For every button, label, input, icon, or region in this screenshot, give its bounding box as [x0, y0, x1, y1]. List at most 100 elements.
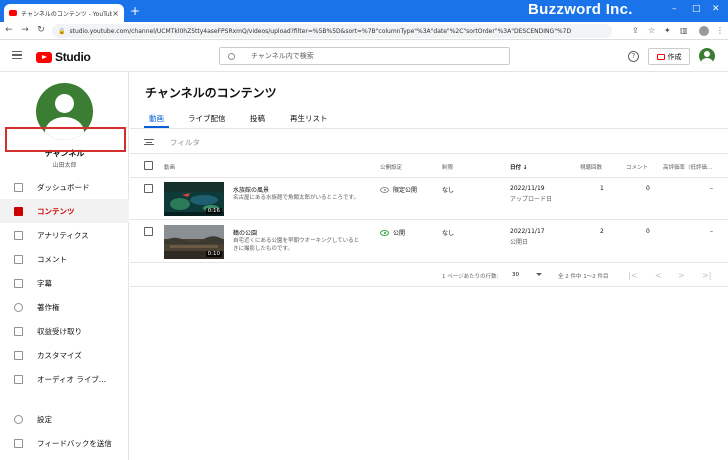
date-cell: 2022/11/17 — [510, 228, 545, 235]
studio-logo[interactable]: Studio — [36, 50, 91, 64]
sidepanel-icon[interactable]: ▥ — [680, 26, 688, 35]
create-button[interactable]: 作成 — [648, 48, 690, 65]
video-title[interactable]: 鶴の公園 — [233, 228, 257, 237]
studio-logo-text: Studio — [55, 50, 91, 64]
tab-playlists[interactable]: 再生リスト — [290, 113, 328, 124]
column-views[interactable]: 視聴回数 — [580, 163, 602, 171]
main-content: チャンネルのコンテンツ 動画 ライブ配信 投稿 再生リスト フィルタ 動画 公開… — [130, 72, 728, 460]
video-duration: 0:16 — [205, 208, 222, 214]
comments-cell: 0 — [646, 185, 650, 192]
comment-icon — [14, 254, 23, 264]
sidebar-item-analytics[interactable]: アナリティクス — [0, 223, 129, 247]
extensions-icon[interactable]: ✦ — [664, 26, 671, 35]
sidebar-item-content[interactable]: コンテンツ — [0, 199, 129, 223]
filter-bar[interactable]: フィルタ — [130, 129, 728, 154]
new-tab-button[interactable]: + — [130, 4, 140, 18]
restriction-cell: なし — [442, 230, 455, 237]
forward-icon[interactable]: → — [18, 25, 32, 35]
hamburger-menu-icon[interactable] — [12, 51, 22, 59]
sidebar-item-settings[interactable]: 設定 — [0, 407, 129, 431]
active-tab-indicator — [144, 126, 169, 128]
sidebar-item-dashboard[interactable]: ダッシュボード — [0, 175, 129, 199]
sidebar-item-subtitles[interactable]: 字幕 — [0, 271, 129, 295]
browser-tab-title: チャンネルのコンテンツ - YouTube Stu — [21, 10, 113, 18]
select-all-checkbox[interactable] — [144, 161, 153, 170]
views-cell: 1 — [600, 185, 604, 192]
row-checkbox[interactable] — [144, 227, 153, 236]
page-title: チャンネルのコンテンツ — [145, 86, 277, 100]
video-thumbnail[interactable]: 0:10 — [164, 225, 224, 259]
sidebar-item-feedback[interactable]: フィードバックを送信 — [0, 431, 129, 455]
row-checkbox[interactable] — [144, 184, 153, 193]
rows-per-page-select[interactable]: 30 — [512, 272, 519, 278]
video-description: 名古屋にある水族館で魚類太郎がいるところです。 — [233, 195, 359, 201]
sidebar-item-label: コンテンツ — [37, 206, 75, 216]
minimize-icon[interactable]: – — [672, 4, 677, 14]
column-visibility: 公開設定 — [380, 165, 403, 171]
create-button-label: 作成 — [667, 52, 682, 61]
sidebar-item-label: オーディオ ライブ... — [37, 374, 107, 384]
column-restrictions: 制限 — [442, 165, 454, 171]
sidebar-item-copyright[interactable]: 著作権 — [0, 295, 129, 319]
youtube-favicon-icon — [9, 10, 17, 16]
subtitles-icon — [14, 278, 23, 288]
youtube-logo-icon — [36, 51, 52, 63]
maximize-icon[interactable]: □ — [692, 4, 701, 14]
video-thumbnail[interactable]: 0:16 — [164, 182, 224, 216]
chevron-down-icon[interactable] — [536, 273, 542, 276]
visibility-label: 限定公開 — [393, 187, 418, 194]
sidebar-item-label: コメント — [37, 254, 67, 264]
table-row[interactable]: 0:16 水族館の風景 名古屋にある水族館で魚類太郎がいるところです。 限定公開… — [130, 178, 728, 220]
sidebar-item-label: ダッシュボード — [37, 182, 90, 192]
browser-profile-avatar[interactable] — [699, 26, 709, 36]
browser-menu-icon[interactable]: ⋮ — [716, 26, 724, 35]
column-date[interactable]: 日付 ↓ — [510, 163, 528, 171]
studio-header: Studio チャンネル内で検索 ? 作成 — [0, 40, 728, 72]
pagination-bar: 1 ページあたりの行数: 30 全 2 件中 1～2 件目 |< < > >| — [130, 263, 728, 287]
browser-tab-bar: チャンネルのコンテンツ - YouTube Stu × + Buzzword I… — [0, 0, 728, 22]
sidebar-item-label: 設定 — [37, 414, 52, 424]
sidebar-item-audio-library[interactable]: オーディオ ライブ... — [0, 367, 129, 391]
bookmark-star-icon[interactable]: ☆ — [648, 26, 655, 35]
sidebar-item-label: アナリティクス — [37, 230, 89, 240]
back-icon[interactable]: ← — [2, 25, 16, 35]
tab-posts[interactable]: 投稿 — [250, 113, 265, 124]
column-likes[interactable]: 高評価率（低評価... — [663, 163, 712, 171]
close-tab-icon[interactable]: × — [112, 9, 119, 18]
tab-live[interactable]: ライブ配信 — [188, 113, 226, 124]
url-bar[interactable]: 🔒 studio.youtube.com/channel/UCMTkl0hZ5t… — [52, 24, 612, 38]
video-title[interactable]: 水族館の風景 — [233, 185, 269, 194]
reload-icon[interactable]: ↻ — [34, 25, 48, 35]
column-comments[interactable]: コメント — [626, 163, 648, 171]
visibility-cell[interactable]: 限定公開 — [380, 185, 417, 194]
customize-icon — [14, 350, 23, 360]
previous-page-icon[interactable]: < — [655, 271, 662, 280]
sidebar-item-customize[interactable]: カスタマイズ — [0, 343, 129, 367]
date-cell: 2022/11/19 — [510, 185, 545, 192]
rows-per-page-label: 1 ページあたりの行数: — [442, 274, 499, 280]
next-page-icon[interactable]: > — [678, 271, 685, 280]
likes-cell: – — [710, 228, 713, 235]
sidebar-item-comments[interactable]: コメント — [0, 247, 129, 271]
share-icon[interactable]: ⇪ — [632, 26, 639, 35]
sidebar-item-label: 収益受け取り — [37, 326, 82, 336]
visibility-cell[interactable]: 公開 — [380, 228, 405, 237]
sidebar-item-monetization[interactable]: 収益受け取り — [0, 319, 129, 343]
search-input[interactable]: チャンネル内で検索 — [219, 47, 510, 65]
first-page-icon[interactable]: |< — [628, 271, 637, 280]
browser-tab[interactable]: チャンネルのコンテンツ - YouTube Stu × — [4, 4, 124, 22]
help-icon[interactable]: ? — [628, 51, 639, 62]
table-row[interactable]: 0:10 鶴の公園 自宅近くにある公園を早朝ウオーキングしているときに撮影したも… — [130, 221, 728, 263]
filter-icon[interactable] — [144, 139, 154, 145]
last-page-icon[interactable]: >| — [702, 271, 711, 280]
unlisted-eye-icon — [380, 186, 389, 193]
tab-videos[interactable]: 動画 — [149, 113, 164, 124]
close-window-icon[interactable]: ✕ — [712, 4, 720, 14]
feedback-icon — [14, 438, 23, 448]
date-status: 公開日 — [510, 239, 529, 246]
search-icon — [228, 52, 235, 60]
account-avatar[interactable] — [699, 48, 715, 64]
filter-placeholder: フィルタ — [170, 138, 200, 147]
sidebar-item-label: 著作権 — [37, 302, 60, 312]
sidebar-item-label: フィードバックを送信 — [37, 438, 112, 448]
